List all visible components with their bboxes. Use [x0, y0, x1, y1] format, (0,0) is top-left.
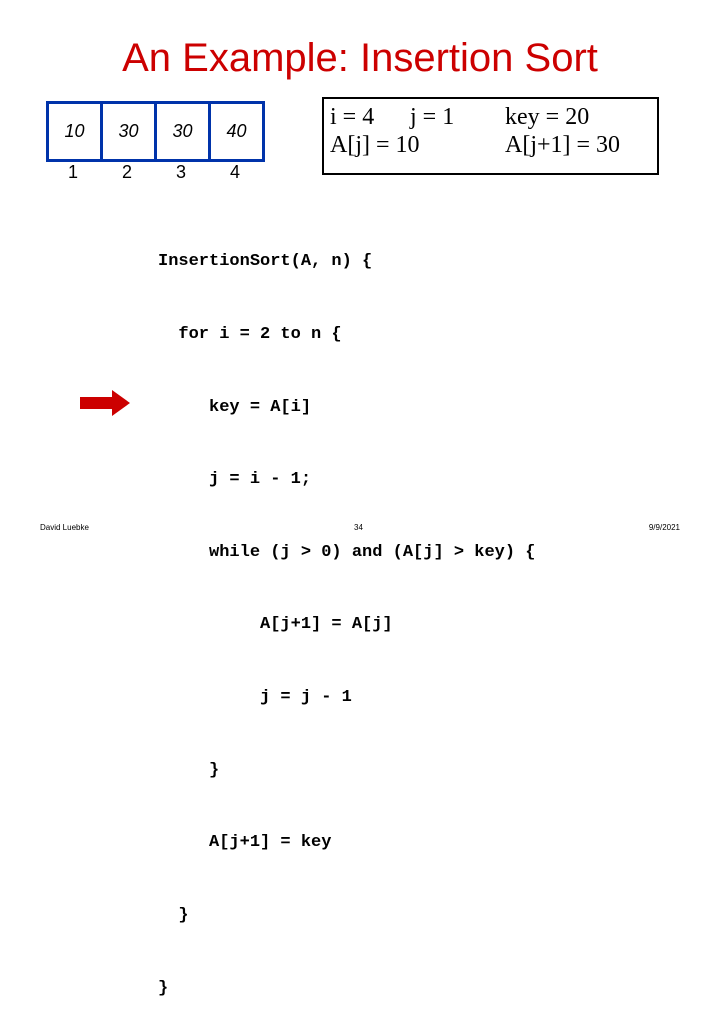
variable-state-box: i = 4 j = 1 key = 20 A[j] = 10 A[j+1] = …	[322, 97, 659, 175]
code-line: }	[158, 905, 189, 925]
array-boxes: 10 30 30 40	[46, 101, 265, 162]
array-cell: 10	[64, 121, 85, 141]
code-line: key = A[i]	[158, 397, 312, 417]
var-i: i = 4	[330, 104, 375, 130]
code-line: }	[158, 760, 220, 780]
code-line: while (j > 0) and (A[j] > key) {	[158, 542, 536, 562]
var-aj: A[j] = 10	[330, 132, 420, 158]
array-index: 4	[229, 162, 240, 182]
footer-page-number: 34	[354, 523, 363, 532]
array-indices: 1 2 3 4	[46, 162, 262, 183]
array-cell: 30	[154, 104, 208, 159]
var-j: j = 1	[410, 104, 455, 130]
array-index: 2	[121, 162, 132, 182]
code-line: A[j+1] = A[j]	[158, 615, 393, 635]
footer-date: 9/9/2021	[648, 523, 680, 532]
footer-author: David Luebke	[40, 523, 89, 532]
code-line: for i = 2 to n {	[158, 325, 342, 345]
code-line: }	[158, 978, 169, 998]
array-cell: 40	[208, 104, 262, 159]
array-index: 3	[175, 162, 186, 182]
code-line: A[j+1] = key	[158, 833, 332, 853]
var-aj1: A[j+1] = 30	[505, 132, 621, 158]
code-line: j = i - 1;	[158, 470, 312, 490]
slide-title: An Example: Insertion Sort	[122, 36, 598, 80]
array-index: 1	[67, 162, 78, 182]
code-line: InsertionSort(A, n) {	[158, 252, 373, 272]
var-key: key = 20	[505, 104, 590, 130]
array-cell: 30	[100, 104, 154, 159]
code-block: InsertionSort(A, n) { for i = 2 to n { k…	[158, 202, 535, 1025]
code-line: j = j - 1	[158, 688, 352, 708]
current-line-arrow-icon	[80, 390, 130, 416]
